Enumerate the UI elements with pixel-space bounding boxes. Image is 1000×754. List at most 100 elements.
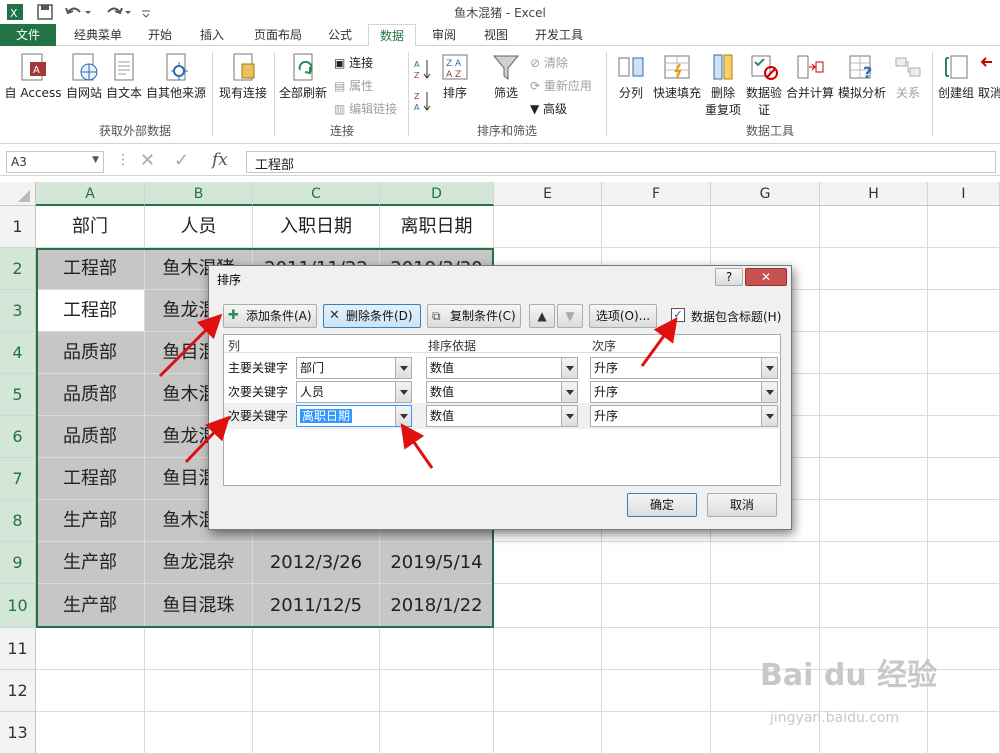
level-3-order-select[interactable]: 升序: [590, 405, 778, 427]
tab-formulas[interactable]: 公式: [318, 24, 362, 46]
cell-g9[interactable]: [711, 542, 820, 584]
remove-duplicates-button[interactable]: 删除 重复项: [704, 52, 742, 118]
cell-a12[interactable]: [36, 670, 145, 712]
cell-c10[interactable]: 2011/12/5: [253, 584, 380, 628]
group-button[interactable]: 创建组: [936, 52, 976, 101]
cell-i9[interactable]: [928, 542, 1000, 584]
tab-view[interactable]: 视图: [474, 24, 518, 46]
column-header-h[interactable]: H: [820, 182, 928, 206]
row-header-1[interactable]: 1: [0, 206, 36, 248]
cell-h4[interactable]: [820, 332, 928, 374]
dropdown-arrow-icon[interactable]: [761, 406, 777, 426]
ok-button[interactable]: 确定: [627, 493, 697, 517]
cell-f13[interactable]: [602, 712, 711, 754]
column-header-b[interactable]: B: [145, 182, 253, 206]
cell-b11[interactable]: [145, 628, 253, 670]
add-level-button[interactable]: ✚ 添加条件(A): [223, 304, 317, 328]
cell-a11[interactable]: [36, 628, 145, 670]
from-web-button[interactable]: 自网站: [64, 52, 104, 101]
cell-d10[interactable]: 2018/1/22: [380, 584, 494, 628]
cell-b1[interactable]: 人员: [145, 206, 253, 248]
has-headers-checkbox[interactable]: ✓: [671, 308, 685, 322]
ungroup-button[interactable]: 取消: [978, 52, 1000, 101]
cell-d1[interactable]: 离职日期: [380, 206, 494, 248]
cell-b13[interactable]: [145, 712, 253, 754]
move-down-button[interactable]: ▼: [557, 304, 583, 328]
column-header-e[interactable]: E: [494, 182, 602, 206]
cell-a7[interactable]: 工程部: [36, 458, 145, 500]
cell-a10[interactable]: 生产部: [36, 584, 145, 628]
confirm-entry-icon[interactable]: ✓: [174, 150, 189, 171]
cell-e11[interactable]: [494, 628, 602, 670]
cell-a2[interactable]: 工程部: [36, 248, 145, 290]
dropdown-arrow-icon[interactable]: [395, 406, 411, 426]
dialog-close-button[interactable]: ✕: [745, 268, 787, 286]
from-access-button[interactable]: A 自 Access: [4, 52, 62, 101]
cell-f11[interactable]: [602, 628, 711, 670]
cell-d11[interactable]: [380, 628, 494, 670]
edit-links-button[interactable]: ▥ 编辑链接: [334, 100, 397, 117]
level-1-order-select[interactable]: 升序: [590, 357, 778, 379]
row-header-3[interactable]: 3: [0, 290, 36, 332]
tab-insert[interactable]: 插入: [190, 24, 234, 46]
row-header-2[interactable]: 2: [0, 248, 36, 290]
cell-h8[interactable]: [820, 500, 928, 542]
properties-button[interactable]: ▤ 属性: [334, 77, 373, 94]
dialog-help-button[interactable]: ?: [715, 268, 743, 286]
sort-button[interactable]: Z A A Z 排序: [436, 52, 474, 101]
dropdown-arrow-icon[interactable]: [561, 406, 577, 426]
cell-f10[interactable]: [602, 584, 711, 628]
cell-e10[interactable]: [494, 584, 602, 628]
consolidate-button[interactable]: 合并计算: [786, 52, 834, 101]
level-3-sort-on-select[interactable]: 数值: [426, 405, 578, 427]
cell-a3[interactable]: 工程部: [36, 290, 145, 332]
column-header-a[interactable]: A: [36, 182, 145, 206]
reapply-button[interactable]: ⟳ 重新应用: [530, 77, 592, 94]
existing-connections-button[interactable]: 现有连接: [216, 52, 270, 101]
cancel-entry-icon[interactable]: ✕: [140, 150, 155, 171]
cell-i1[interactable]: [928, 206, 1000, 248]
cell-c12[interactable]: [253, 670, 380, 712]
row-header-9[interactable]: 9: [0, 542, 36, 584]
formula-input[interactable]: 工程部: [246, 151, 996, 173]
row-header-11[interactable]: 11: [0, 628, 36, 670]
cell-h10[interactable]: [820, 584, 928, 628]
cell-g1[interactable]: [711, 206, 820, 248]
row-header-13[interactable]: 13: [0, 712, 36, 754]
cell-i4[interactable]: [928, 332, 1000, 374]
cell-a6[interactable]: 品质部: [36, 416, 145, 458]
tab-data[interactable]: 数据: [368, 24, 416, 47]
text-to-columns-button[interactable]: 分列: [614, 52, 648, 101]
cell-h6[interactable]: [820, 416, 928, 458]
cell-h3[interactable]: [820, 290, 928, 332]
cell-d13[interactable]: [380, 712, 494, 754]
dropdown-arrow-icon[interactable]: [561, 358, 577, 378]
column-header-c[interactable]: C: [253, 182, 380, 206]
cell-f1[interactable]: [602, 206, 711, 248]
row-header-5[interactable]: 5: [0, 374, 36, 416]
insert-function-icon[interactable]: fx: [212, 150, 228, 170]
cell-a13[interactable]: [36, 712, 145, 754]
cell-i11[interactable]: [928, 628, 1000, 670]
level-3-column-select[interactable]: 离职日期: [296, 405, 412, 427]
cell-i7[interactable]: [928, 458, 1000, 500]
row-header-8[interactable]: 8: [0, 500, 36, 542]
select-all-corner[interactable]: [0, 182, 36, 206]
cancel-button[interactable]: 取消: [707, 493, 777, 517]
cell-c11[interactable]: [253, 628, 380, 670]
tab-developer[interactable]: 开发工具: [526, 24, 592, 46]
cell-a9[interactable]: 生产部: [36, 542, 145, 584]
tab-page-layout[interactable]: 页面布局: [244, 24, 312, 46]
cell-d9[interactable]: 2019/5/14: [380, 542, 494, 584]
cell-a4[interactable]: 品质部: [36, 332, 145, 374]
row-header-7[interactable]: 7: [0, 458, 36, 500]
level-1-sort-on-select[interactable]: 数值: [426, 357, 578, 379]
cell-h5[interactable]: [820, 374, 928, 416]
cell-c1[interactable]: 入职日期: [253, 206, 380, 248]
column-header-g[interactable]: G: [711, 182, 820, 206]
data-validation-button[interactable]: 数据验 证: [744, 52, 784, 118]
clear-filter-button[interactable]: ⊘ 清除: [530, 54, 568, 71]
row-header-4[interactable]: 4: [0, 332, 36, 374]
column-header-i[interactable]: I: [928, 182, 1000, 206]
cell-a5[interactable]: 品质部: [36, 374, 145, 416]
